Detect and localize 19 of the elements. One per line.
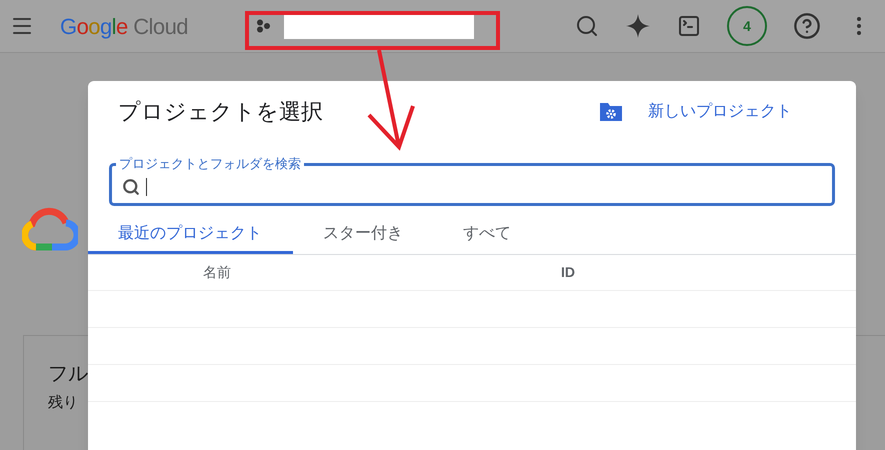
folder-gear-icon[interactable] [598,100,624,122]
column-header: 名前 [203,263,232,282]
search-icon[interactable] [575,14,599,38]
notifications-badge[interactable]: 4 [727,6,767,46]
column-header: ID [561,263,575,282]
terminal-icon[interactable] [677,14,701,38]
search-label: プロジェクトとフォルダを検索 [118,156,302,172]
tab[interactable]: スター付き [293,216,433,254]
card-title: フル [48,362,89,386]
tab[interactable]: すべて [433,216,541,254]
sparkle-icon[interactable] [625,13,651,39]
new-project-link[interactable]: 新しいプロジェクト [648,100,792,124]
tab[interactable]: 最近のプロジェクト [88,216,293,254]
search-icon [122,178,140,196]
search-field[interactable]: プロジェクトとフォルダを検索 [109,156,835,206]
card-text: 残り [48,393,79,413]
help-icon[interactable] [793,12,821,40]
dialog-title: プロジェクトを選択 [118,98,323,126]
cloud-logo-icon [22,207,78,251]
